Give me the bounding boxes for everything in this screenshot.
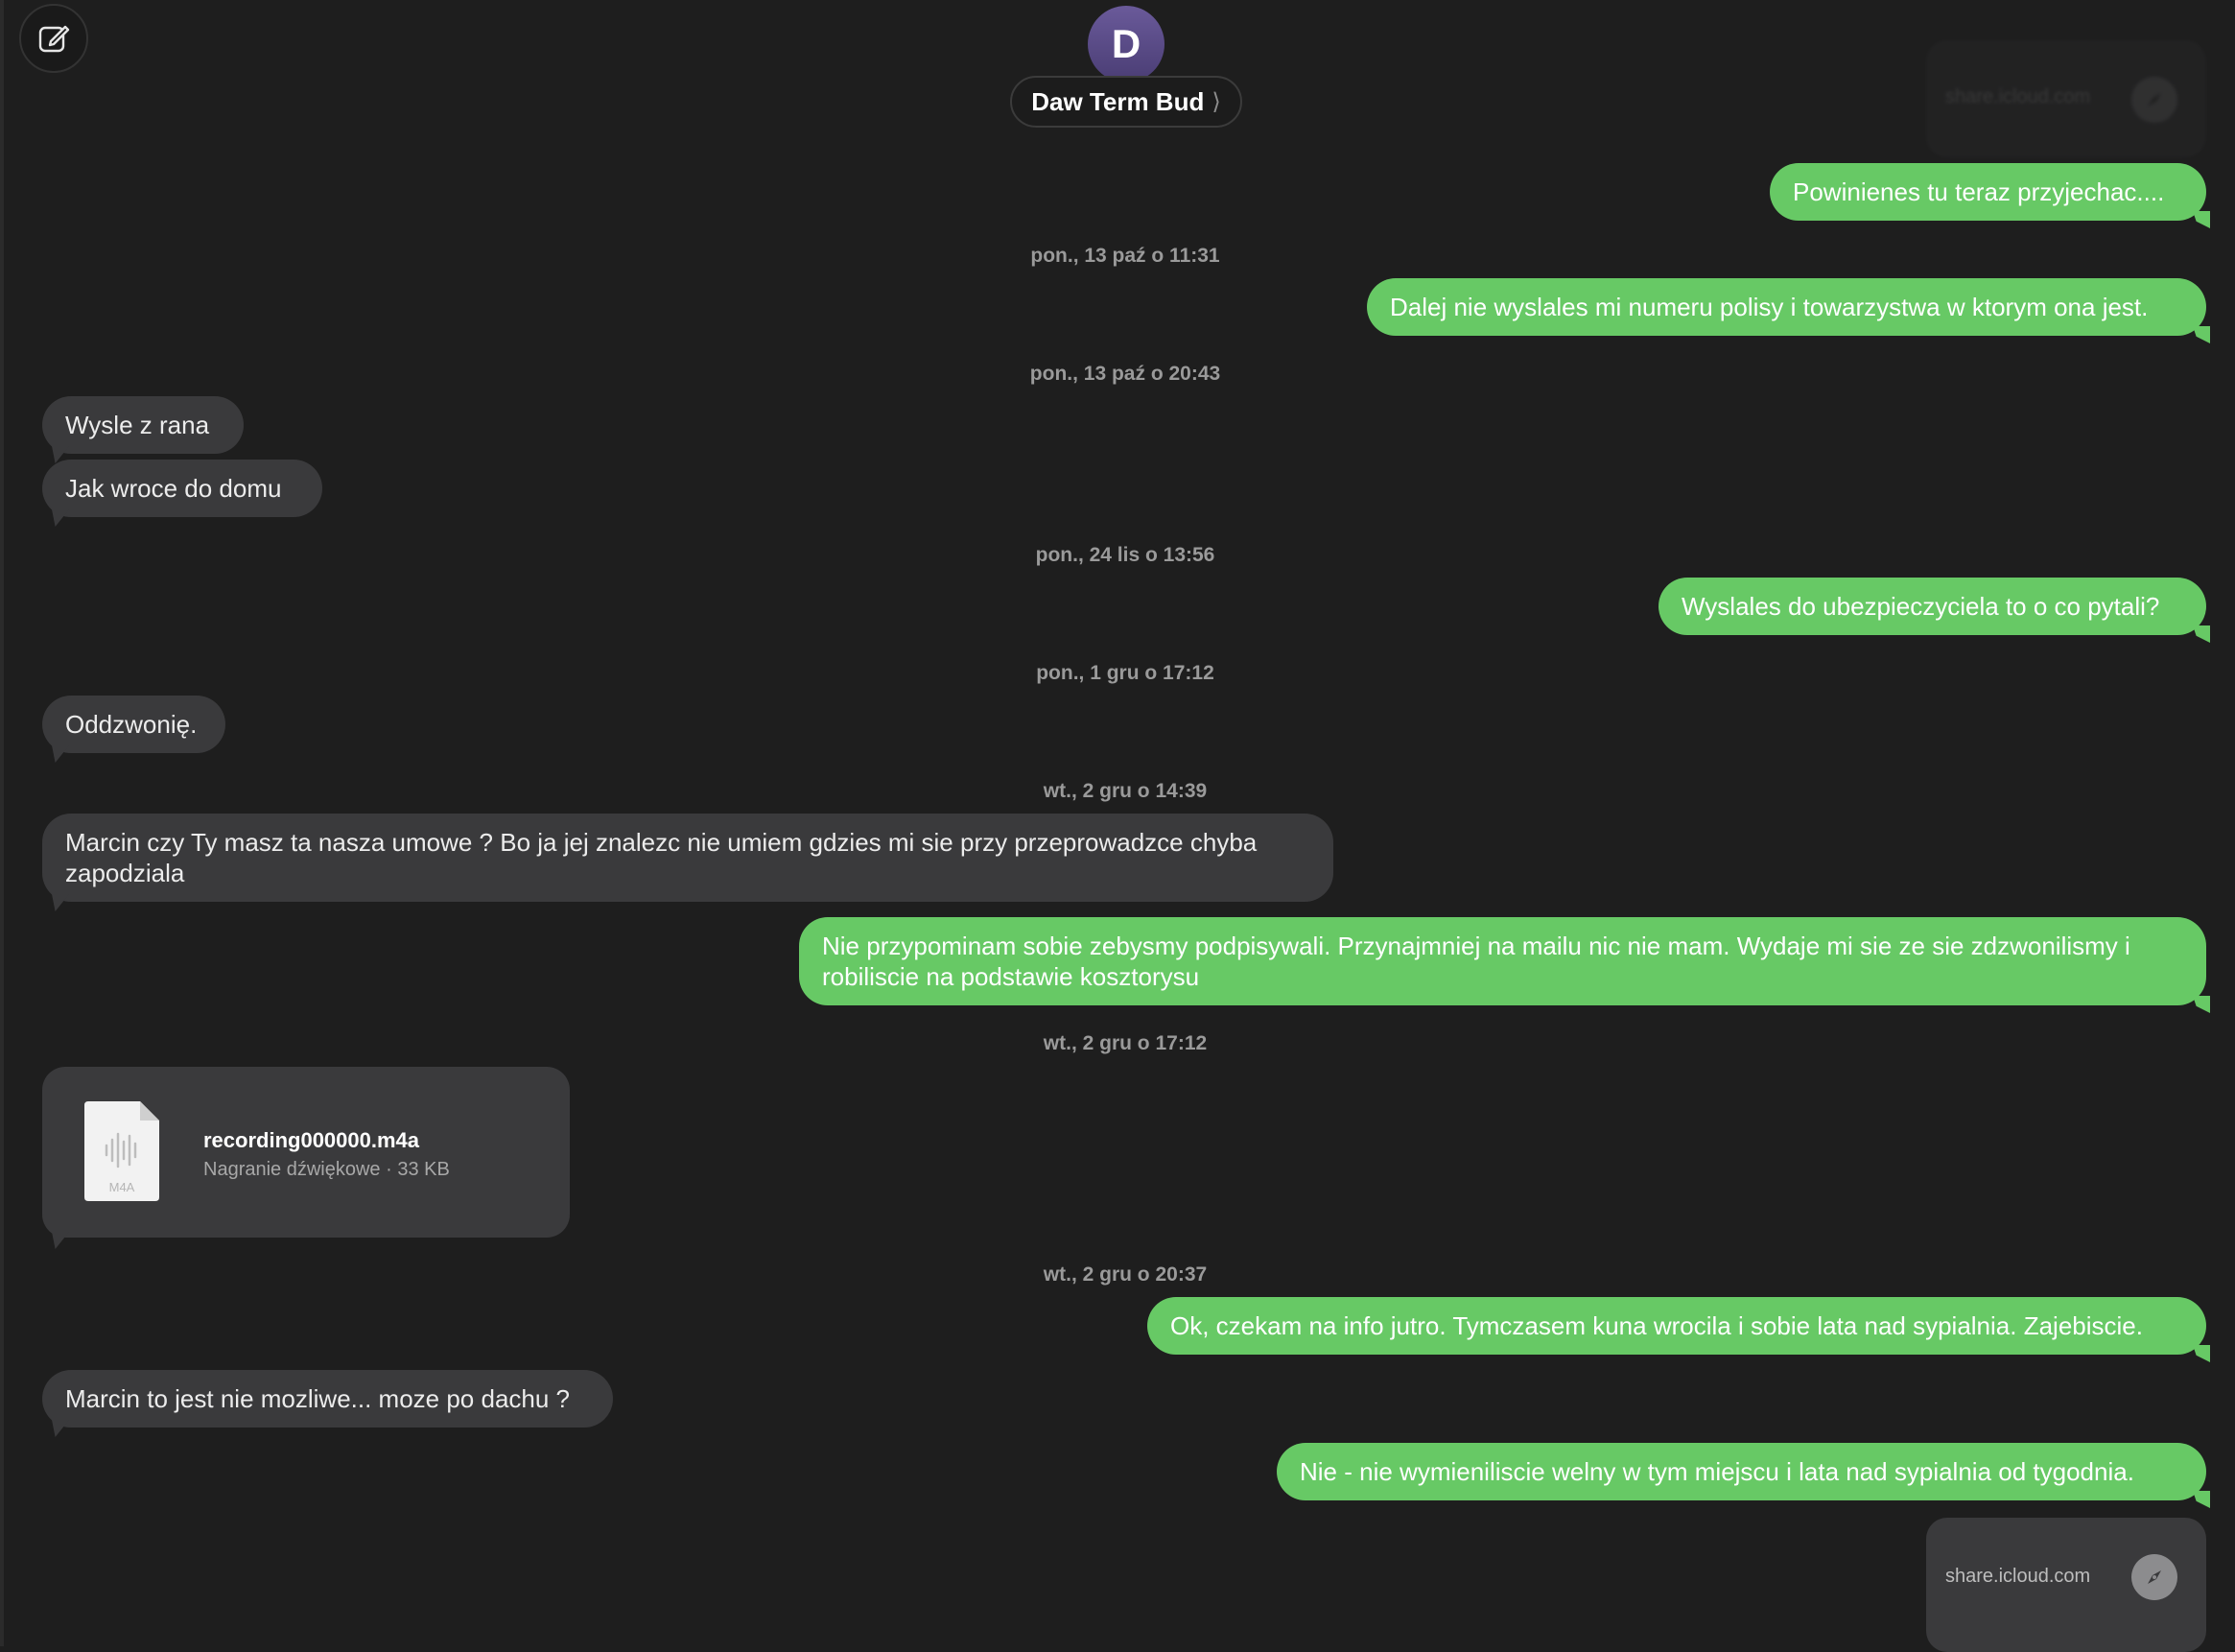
link-preview-card[interactable]: share.icloud.com bbox=[1926, 40, 2206, 157]
timestamp: pon., 13 paź o 11:31 bbox=[1030, 245, 1220, 267]
contact-name: Daw Term Bud bbox=[1031, 86, 1205, 116]
sent-message-bubble[interactable]: Wyslales do ubezpieczyciela to o co pyta… bbox=[1659, 578, 2206, 635]
received-message-bubble[interactable]: Wysle z rana bbox=[42, 396, 244, 454]
message-text: Jak wroce do domu bbox=[65, 474, 282, 503]
link-domain: share.icloud.com bbox=[1945, 86, 2091, 107]
sent-message-bubble[interactable]: Nie przypominam sobie zebysmy podpisywal… bbox=[799, 917, 2206, 1005]
message-text: Marcin czy Ty masz ta nasza umowe ? Bo j… bbox=[65, 828, 1258, 887]
sent-message-bubble[interactable]: Dalej nie wyslales mi numeru polisy i to… bbox=[1367, 278, 2206, 336]
file-meta: Nagranie dźwiękowe · 33 KB bbox=[203, 1159, 450, 1180]
received-message-bubble[interactable]: Oddzwonię. bbox=[42, 696, 225, 753]
compass-icon bbox=[2131, 77, 2177, 123]
received-message-bubble[interactable]: Jak wroce do domu bbox=[42, 460, 322, 517]
message-text: Nie przypominam sobie zebysmy podpisywal… bbox=[822, 932, 2130, 991]
timestamp: pon., 13 paź o 20:43 bbox=[1029, 363, 1221, 385]
received-message-bubble[interactable]: Marcin czy Ty masz ta nasza umowe ? Bo j… bbox=[42, 814, 1333, 902]
messages-window: D Daw Term Bud ⟩ share.icloud.com Powini… bbox=[0, 0, 2235, 1652]
sent-message-bubble[interactable]: Ok, czekam na info jutro. Tymczasem kuna… bbox=[1147, 1297, 2206, 1355]
timestamp: wt., 2 gru o 14:39 bbox=[1043, 780, 1208, 802]
message-text: Wysle z rana bbox=[65, 411, 210, 439]
link-domain: share.icloud.com bbox=[1945, 1566, 2091, 1587]
received-message-bubble[interactable]: Marcin to jest nie mozliwe... moze po da… bbox=[42, 1370, 613, 1428]
file-type-label: M4A bbox=[109, 1180, 135, 1194]
avatar-initial: D bbox=[1111, 21, 1141, 66]
audio-file-icon: M4A bbox=[84, 1101, 159, 1201]
compass-icon bbox=[2131, 1554, 2177, 1600]
sent-message-bubble[interactable]: Powinienes tu teraz przyjechac.... bbox=[1770, 163, 2206, 221]
audio-attachment[interactable]: M4A recording000000.m4a Nagranie dźwięko… bbox=[42, 1067, 570, 1238]
timestamp: pon., 24 lis o 13:56 bbox=[1035, 544, 1215, 566]
contact-name-button[interactable]: Daw Term Bud ⟩ bbox=[1010, 76, 1242, 128]
file-name: recording000000.m4a bbox=[203, 1128, 420, 1152]
timestamp: wt., 2 gru o 20:37 bbox=[1043, 1263, 1208, 1286]
compose-icon bbox=[38, 25, 70, 53]
message-text: Powinienes tu teraz przyjechac.... bbox=[1793, 177, 2165, 206]
contact-avatar[interactable]: D bbox=[1088, 6, 1165, 83]
link-preview-card[interactable]: share.icloud.com bbox=[1926, 1518, 2206, 1652]
message-text: Nie - nie wymieniliscie welny w tym miej… bbox=[1300, 1457, 2134, 1486]
message-text: Marcin to jest nie mozliwe... moze po da… bbox=[65, 1384, 571, 1413]
chevron-right-icon: ⟩ bbox=[1212, 88, 1221, 115]
message-text: Ok, czekam na info jutro. Tymczasem kuna… bbox=[1170, 1311, 2143, 1340]
sent-message-bubble[interactable]: Nie - nie wymieniliscie welny w tym miej… bbox=[1277, 1443, 2206, 1500]
message-text: Dalej nie wyslales mi numeru polisy i to… bbox=[1390, 293, 2149, 321]
message-text: Oddzwonię. bbox=[65, 710, 198, 739]
timestamp: pon., 1 gru o 17:12 bbox=[1036, 662, 1214, 684]
timestamp: wt., 2 gru o 17:12 bbox=[1043, 1032, 1208, 1054]
message-text: Wyslales do ubezpieczyciela to o co pyta… bbox=[1682, 592, 2160, 621]
compose-button[interactable] bbox=[19, 4, 88, 73]
